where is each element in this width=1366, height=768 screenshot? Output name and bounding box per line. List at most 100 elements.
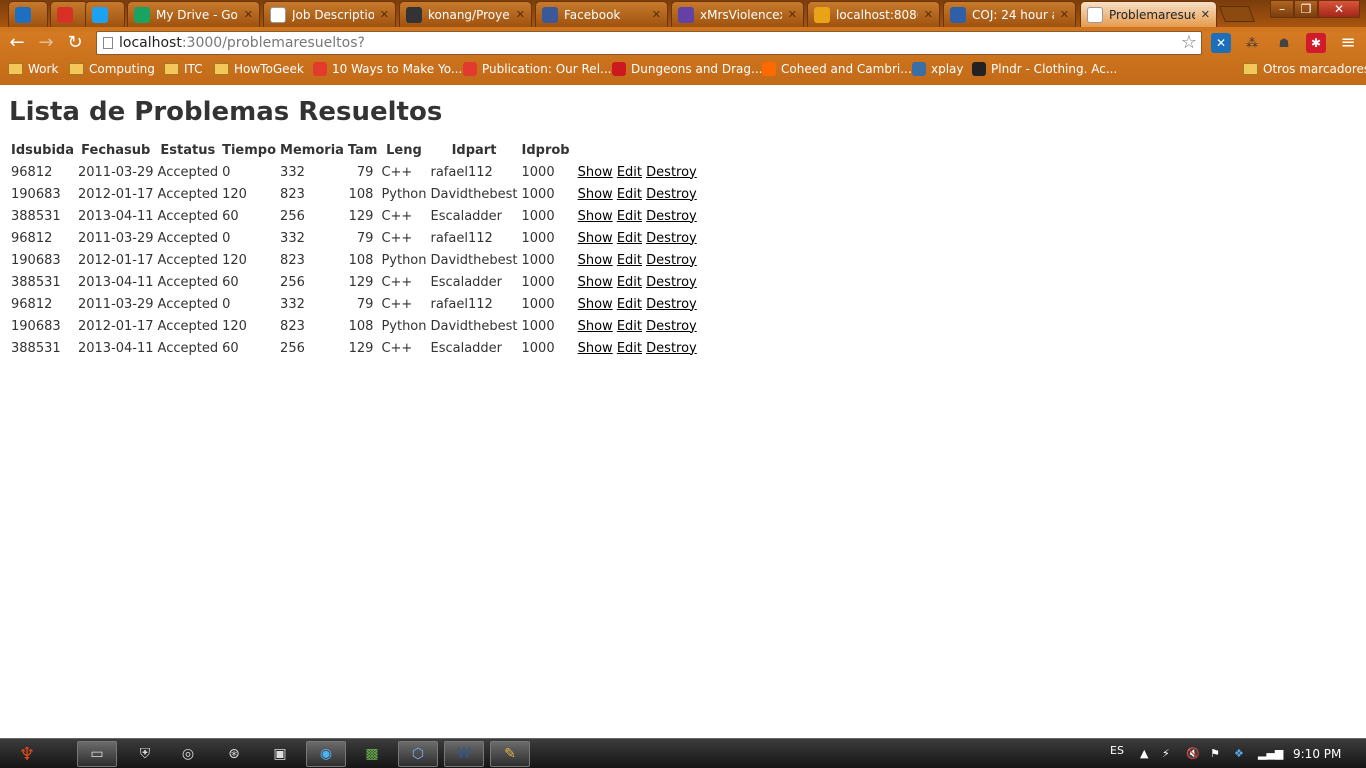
destroy-link[interactable]: Destroy bbox=[646, 231, 697, 246]
tab-5[interactable]: konang/Proyec ✕ bbox=[399, 1, 532, 27]
taskbar-paint-icon[interactable]: ✎ bbox=[490, 741, 530, 767]
action-center-flag-icon[interactable]: ⚑ bbox=[1210, 747, 1220, 760]
tab-8[interactable]: localhost:8080 ✕ bbox=[807, 1, 940, 27]
edit-link[interactable]: Edit bbox=[617, 209, 642, 224]
bookmark-3[interactable]: HowToGeek bbox=[214, 62, 304, 76]
taskbar-chrome-icon[interactable]: ◉ bbox=[306, 741, 346, 767]
edit-link[interactable]: Edit bbox=[617, 297, 642, 312]
cell-tam: 129 bbox=[348, 274, 374, 290]
close-tab-icon[interactable]: ✕ bbox=[1060, 8, 1069, 21]
bookmark-8[interactable]: xplay bbox=[912, 62, 964, 76]
edit-link[interactable]: Edit bbox=[617, 165, 642, 180]
edit-link[interactable]: Edit bbox=[617, 341, 642, 356]
drive-icon bbox=[134, 6, 150, 23]
tab-3[interactable]: My Drive - Goo ✕ bbox=[127, 1, 260, 27]
destroy-link[interactable]: Destroy bbox=[646, 275, 697, 290]
tab-1[interactable] bbox=[50, 1, 88, 27]
show-link[interactable]: Show bbox=[578, 319, 613, 334]
taskbar-word-icon[interactable]: W bbox=[444, 741, 484, 767]
close-tab-icon[interactable]: ✕ bbox=[652, 8, 661, 21]
bookmark-1[interactable]: Computing bbox=[69, 62, 155, 76]
close-tab-icon[interactable]: ✕ bbox=[788, 8, 797, 21]
destroy-link[interactable]: Destroy bbox=[646, 209, 697, 224]
tab-title: Facebook bbox=[564, 7, 621, 22]
bookmark-2[interactable]: ITC bbox=[164, 62, 203, 76]
close-tab-icon[interactable]: ✕ bbox=[1201, 8, 1210, 21]
taskbar-minecraft-icon[interactable]: ▩ bbox=[352, 741, 392, 767]
tab-6[interactable]: Facebook ✕ bbox=[535, 1, 668, 27]
show-link[interactable]: Show bbox=[578, 297, 613, 312]
taskbar-media-icon[interactable]: ◎ bbox=[168, 741, 208, 767]
show-link[interactable]: Show bbox=[578, 275, 613, 290]
bookmark-7[interactable]: Coheed and Cambri... bbox=[762, 62, 912, 76]
tab-7[interactable]: xMrsViolencex ✕ bbox=[671, 1, 804, 27]
bookmark-0[interactable]: Work bbox=[8, 62, 58, 76]
folder-icon bbox=[69, 63, 84, 75]
cell-tiempo: 60 bbox=[222, 274, 239, 290]
taskbar-virtualbox-icon[interactable]: ⬡ bbox=[398, 741, 438, 767]
reload-button[interactable]: ↻ bbox=[63, 32, 87, 54]
back-button[interactable]: ← bbox=[5, 32, 29, 54]
extension-x-icon[interactable]: ✕ bbox=[1211, 33, 1231, 53]
language-indicator[interactable]: ES bbox=[1110, 744, 1124, 757]
destroy-link[interactable]: Destroy bbox=[646, 319, 697, 334]
tab-0[interactable] bbox=[8, 1, 48, 27]
start-button-icon[interactable]: ♆ bbox=[8, 741, 46, 767]
close-tab-icon[interactable]: ✕ bbox=[244, 8, 253, 21]
edit-link[interactable]: Edit bbox=[617, 275, 642, 290]
close-tab-icon[interactable]: ✕ bbox=[516, 8, 525, 21]
bookmark-9[interactable]: Plndr - Clothing. Ac... bbox=[972, 62, 1117, 76]
show-hidden-icons-icon[interactable]: ▲ bbox=[1140, 747, 1148, 760]
dropbox-icon[interactable]: ❖ bbox=[1234, 747, 1244, 760]
taskbar-steam-icon[interactable]: ⊛ bbox=[214, 741, 254, 767]
tab-10[interactable]: Problemaresue ✕ bbox=[1080, 1, 1217, 27]
edit-link[interactable]: Edit bbox=[617, 253, 642, 268]
cell-tiempo: 120 bbox=[222, 318, 247, 334]
show-link[interactable]: Show bbox=[578, 209, 613, 224]
taskbar-explorer-icon[interactable]: ▭ bbox=[77, 741, 117, 767]
close-tab-icon[interactable]: ✕ bbox=[380, 8, 389, 21]
show-link[interactable]: Show bbox=[578, 231, 613, 246]
destroy-link[interactable]: Destroy bbox=[646, 253, 697, 268]
maximize-button[interactable]: ❐ bbox=[1294, 0, 1318, 18]
other-bookmarks-folder[interactable]: Otros marcadores bbox=[1243, 62, 1366, 76]
volume-muted-icon[interactable]: 🔇 bbox=[1186, 747, 1200, 760]
show-link[interactable]: Show bbox=[578, 165, 613, 180]
extension-lastpass-icon[interactable]: ✱ bbox=[1306, 33, 1326, 53]
system-clock[interactable]: 9:10 PM bbox=[1293, 747, 1341, 761]
show-link[interactable]: Show bbox=[578, 341, 613, 356]
edit-link[interactable]: Edit bbox=[617, 231, 642, 246]
taskbar-security-icon[interactable]: ⛨ bbox=[125, 741, 165, 767]
destroy-link[interactable]: Destroy bbox=[646, 341, 697, 356]
bookmark-star-icon[interactable]: ☆ bbox=[1181, 32, 1197, 54]
address-bar[interactable]: localhost:3000/problemaresueltos? ☆ bbox=[96, 31, 1202, 55]
tab-9[interactable]: COJ: 24 hour ar ✕ bbox=[943, 1, 1076, 27]
bookmark-4[interactable]: 10 Ways to Make Yo... bbox=[313, 62, 462, 76]
power-icon[interactable]: ⚡ bbox=[1162, 747, 1170, 760]
extension-ghost-icon[interactable]: ☗ bbox=[1274, 33, 1294, 53]
show-link[interactable]: Show bbox=[578, 187, 613, 202]
show-link[interactable]: Show bbox=[578, 253, 613, 268]
minimize-button[interactable]: – bbox=[1270, 0, 1294, 18]
new-tab-button[interactable] bbox=[1219, 6, 1255, 22]
taskbar-app-icon[interactable]: ▣ bbox=[260, 741, 300, 767]
destroy-link[interactable]: Destroy bbox=[646, 187, 697, 202]
tab-4[interactable]: Job Descriptior ✕ bbox=[263, 1, 396, 27]
edit-link[interactable]: Edit bbox=[617, 187, 642, 202]
network-signal-icon[interactable]: ▂▄▆ bbox=[1258, 747, 1283, 760]
destroy-link[interactable]: Destroy bbox=[646, 297, 697, 312]
forward-button[interactable]: → bbox=[34, 32, 58, 54]
destroy-link[interactable]: Destroy bbox=[646, 165, 697, 180]
bookmark-5[interactable]: Publication: Our Rel... bbox=[463, 62, 611, 76]
table-row: 190683 2012-01-17 Accepted 120 823 108 Python D… bbox=[9, 183, 699, 205]
chrome-menu-icon[interactable]: ≡ bbox=[1338, 33, 1358, 53]
column-header: Idprob bbox=[521, 142, 570, 158]
cell-estatus: Accepted bbox=[157, 296, 219, 312]
edit-link[interactable]: Edit bbox=[617, 319, 642, 334]
tab-2[interactable] bbox=[85, 1, 125, 27]
extension-translate-icon[interactable]: ⁂ bbox=[1242, 33, 1262, 53]
close-tab-icon[interactable]: ✕ bbox=[924, 8, 933, 21]
bookmark-favicon-icon bbox=[313, 62, 327, 76]
close-window-button[interactable]: ✕ bbox=[1318, 0, 1360, 18]
bookmark-6[interactable]: Dungeons and Drag... bbox=[612, 62, 762, 76]
